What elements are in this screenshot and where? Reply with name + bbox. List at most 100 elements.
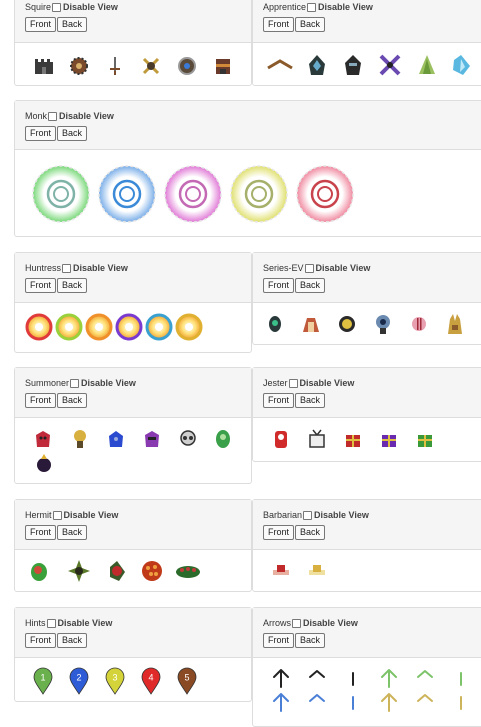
sword-icon[interactable]	[107, 56, 123, 76]
jester-front-button[interactable]: Front	[263, 393, 295, 408]
gold-horn-icon[interactable]	[307, 563, 327, 577]
barbarian-disable-checkbox[interactable]	[303, 511, 313, 520]
squire-back-button[interactable]: Back	[57, 17, 88, 32]
black-line-icon[interactable]	[341, 667, 365, 689]
blue-reflector-icon[interactable]	[373, 313, 393, 335]
hints-back-button[interactable]: Back	[57, 633, 88, 648]
blue-trap-icon[interactable]	[145, 313, 173, 341]
enrage-aura-medallion-icon[interactable]	[229, 164, 289, 224]
black-arrow-up-icon[interactable]	[269, 667, 293, 689]
green-line-icon[interactable]	[449, 667, 473, 689]
barbarian-front-button[interactable]: Front	[263, 525, 295, 540]
armored-barricade-icon[interactable]	[213, 56, 233, 76]
dark-bomb-minion-icon[interactable]	[35, 453, 53, 473]
green-aura-medallion-icon[interactable]	[31, 164, 91, 224]
round-shield-icon[interactable]	[177, 56, 197, 76]
lightning-aura-medallion-icon[interactable]	[97, 164, 157, 224]
hint-marker-1-icon[interactable]: 1	[33, 667, 53, 695]
gold-trap-icon[interactable]	[175, 313, 203, 341]
monk-back-button[interactable]: Back	[57, 126, 88, 141]
dark-helmet-icon[interactable]	[343, 54, 363, 76]
orange-trap-icon[interactable]	[85, 313, 113, 341]
blue-chevron-up-icon[interactable]	[305, 691, 329, 713]
green-crystal-icon[interactable]	[417, 54, 437, 76]
crossed-shield-icon[interactable]	[141, 56, 161, 76]
blue-line-icon[interactable]	[341, 691, 365, 713]
apprentice-back-button[interactable]: Back	[295, 17, 326, 32]
ice-crystal-icon[interactable]	[451, 54, 471, 76]
skull-minion-icon[interactable]	[178, 429, 198, 449]
magic-staff-icon[interactable]	[267, 58, 293, 72]
white-gift-icon[interactable]	[306, 429, 328, 449]
black-chevron-up-icon[interactable]	[305, 667, 329, 689]
monk-disable-checkbox[interactable]	[48, 112, 58, 121]
hints-disable-checkbox[interactable]	[46, 619, 56, 628]
green-gift-icon[interactable]	[415, 429, 435, 449]
summoner-disable-view-label: Disable View	[81, 378, 136, 388]
squire-disable-checkbox[interactable]	[52, 3, 62, 12]
crossed-blades-icon[interactable]	[379, 54, 401, 76]
green-frog-icon[interactable]	[29, 560, 49, 582]
hint-marker-4-icon[interactable]: 4	[141, 667, 161, 695]
hermit-disable-checkbox[interactable]	[52, 511, 62, 520]
green-trap-icon[interactable]	[55, 313, 83, 341]
arrows-disable-checkbox[interactable]	[292, 619, 302, 628]
hint-marker-2-icon[interactable]: 2	[69, 667, 89, 695]
barbarian-back-button[interactable]: Back	[295, 525, 326, 540]
hermit-front-button[interactable]: Front	[25, 525, 57, 540]
huntress-title: Huntress	[25, 263, 62, 273]
arrows-front-button[interactable]: Front	[263, 633, 295, 648]
hint-marker-3-icon[interactable]: 3	[105, 667, 125, 695]
green-node-icon[interactable]	[267, 315, 283, 333]
monk-front-button[interactable]: Front	[25, 126, 57, 141]
gold-arrow-up-icon[interactable]	[377, 691, 401, 713]
summoner-front-button[interactable]: Front	[25, 393, 57, 408]
arrows-back-button[interactable]: Back	[295, 633, 326, 648]
series-ev-disable-checkbox[interactable]	[304, 264, 314, 273]
castle-tower-icon[interactable]	[33, 56, 55, 76]
red-beam-icon[interactable]	[301, 314, 321, 334]
jester-back-button[interactable]: Back	[295, 393, 326, 408]
apprentice-front-button[interactable]: Front	[263, 17, 295, 32]
huntress-disable-checkbox[interactable]	[62, 264, 72, 273]
gold-minion-icon[interactable]	[71, 429, 89, 449]
blue-minion-icon[interactable]	[106, 429, 126, 449]
series-ev-back-button[interactable]: Back	[295, 278, 326, 293]
squire-front-button[interactable]: Front	[25, 17, 57, 32]
hint-marker-5-icon[interactable]: 5	[177, 667, 197, 695]
gold-line-icon[interactable]	[449, 691, 473, 713]
gold-tower-icon[interactable]	[445, 313, 465, 335]
green-chevron-up-icon[interactable]	[413, 667, 437, 689]
red-trap-icon[interactable]	[25, 313, 53, 341]
gold-chevron-up-icon[interactable]	[413, 691, 437, 713]
green-arrow-up-icon[interactable]	[377, 667, 401, 689]
spiked-gear-icon[interactable]	[69, 56, 89, 76]
huntress-back-button[interactable]: Back	[57, 278, 88, 293]
dark-hood-icon[interactable]	[307, 54, 327, 76]
ember-orb-icon[interactable]	[141, 560, 163, 582]
red-striped-pod-icon[interactable]	[411, 316, 427, 332]
red-horn-icon[interactable]	[271, 563, 291, 577]
green-minion-icon[interactable]	[214, 429, 232, 449]
jester-disable-checkbox[interactable]	[288, 379, 298, 388]
hints-front-button[interactable]: Front	[25, 633, 57, 648]
blue-arrow-up-icon[interactable]	[269, 691, 293, 713]
red-rose-icon[interactable]	[107, 560, 127, 582]
apprentice-disable-checkbox[interactable]	[307, 3, 317, 12]
series-ev-front-button[interactable]: Front	[263, 278, 295, 293]
red-gift-icon[interactable]	[343, 429, 363, 449]
purple-minion-icon[interactable]	[142, 429, 162, 449]
huntress-front-button[interactable]: Front	[25, 278, 57, 293]
summoner-disable-checkbox[interactable]	[70, 379, 80, 388]
summoner-back-button[interactable]: Back	[57, 393, 88, 408]
yellow-disc-icon[interactable]	[337, 314, 357, 334]
thorn-flower-icon[interactable]	[67, 559, 91, 583]
healing-aura-medallion-icon[interactable]	[163, 164, 223, 224]
red-minion-icon[interactable]	[33, 429, 53, 449]
hermit-back-button[interactable]: Back	[57, 525, 88, 540]
green-caterpillar-icon[interactable]	[175, 563, 201, 579]
red-wheel-icon[interactable]	[273, 429, 289, 449]
mystery-aura-medallion-icon[interactable]	[295, 164, 355, 224]
purple-gift-icon[interactable]	[379, 429, 399, 449]
purple-trap-icon[interactable]	[115, 313, 143, 341]
